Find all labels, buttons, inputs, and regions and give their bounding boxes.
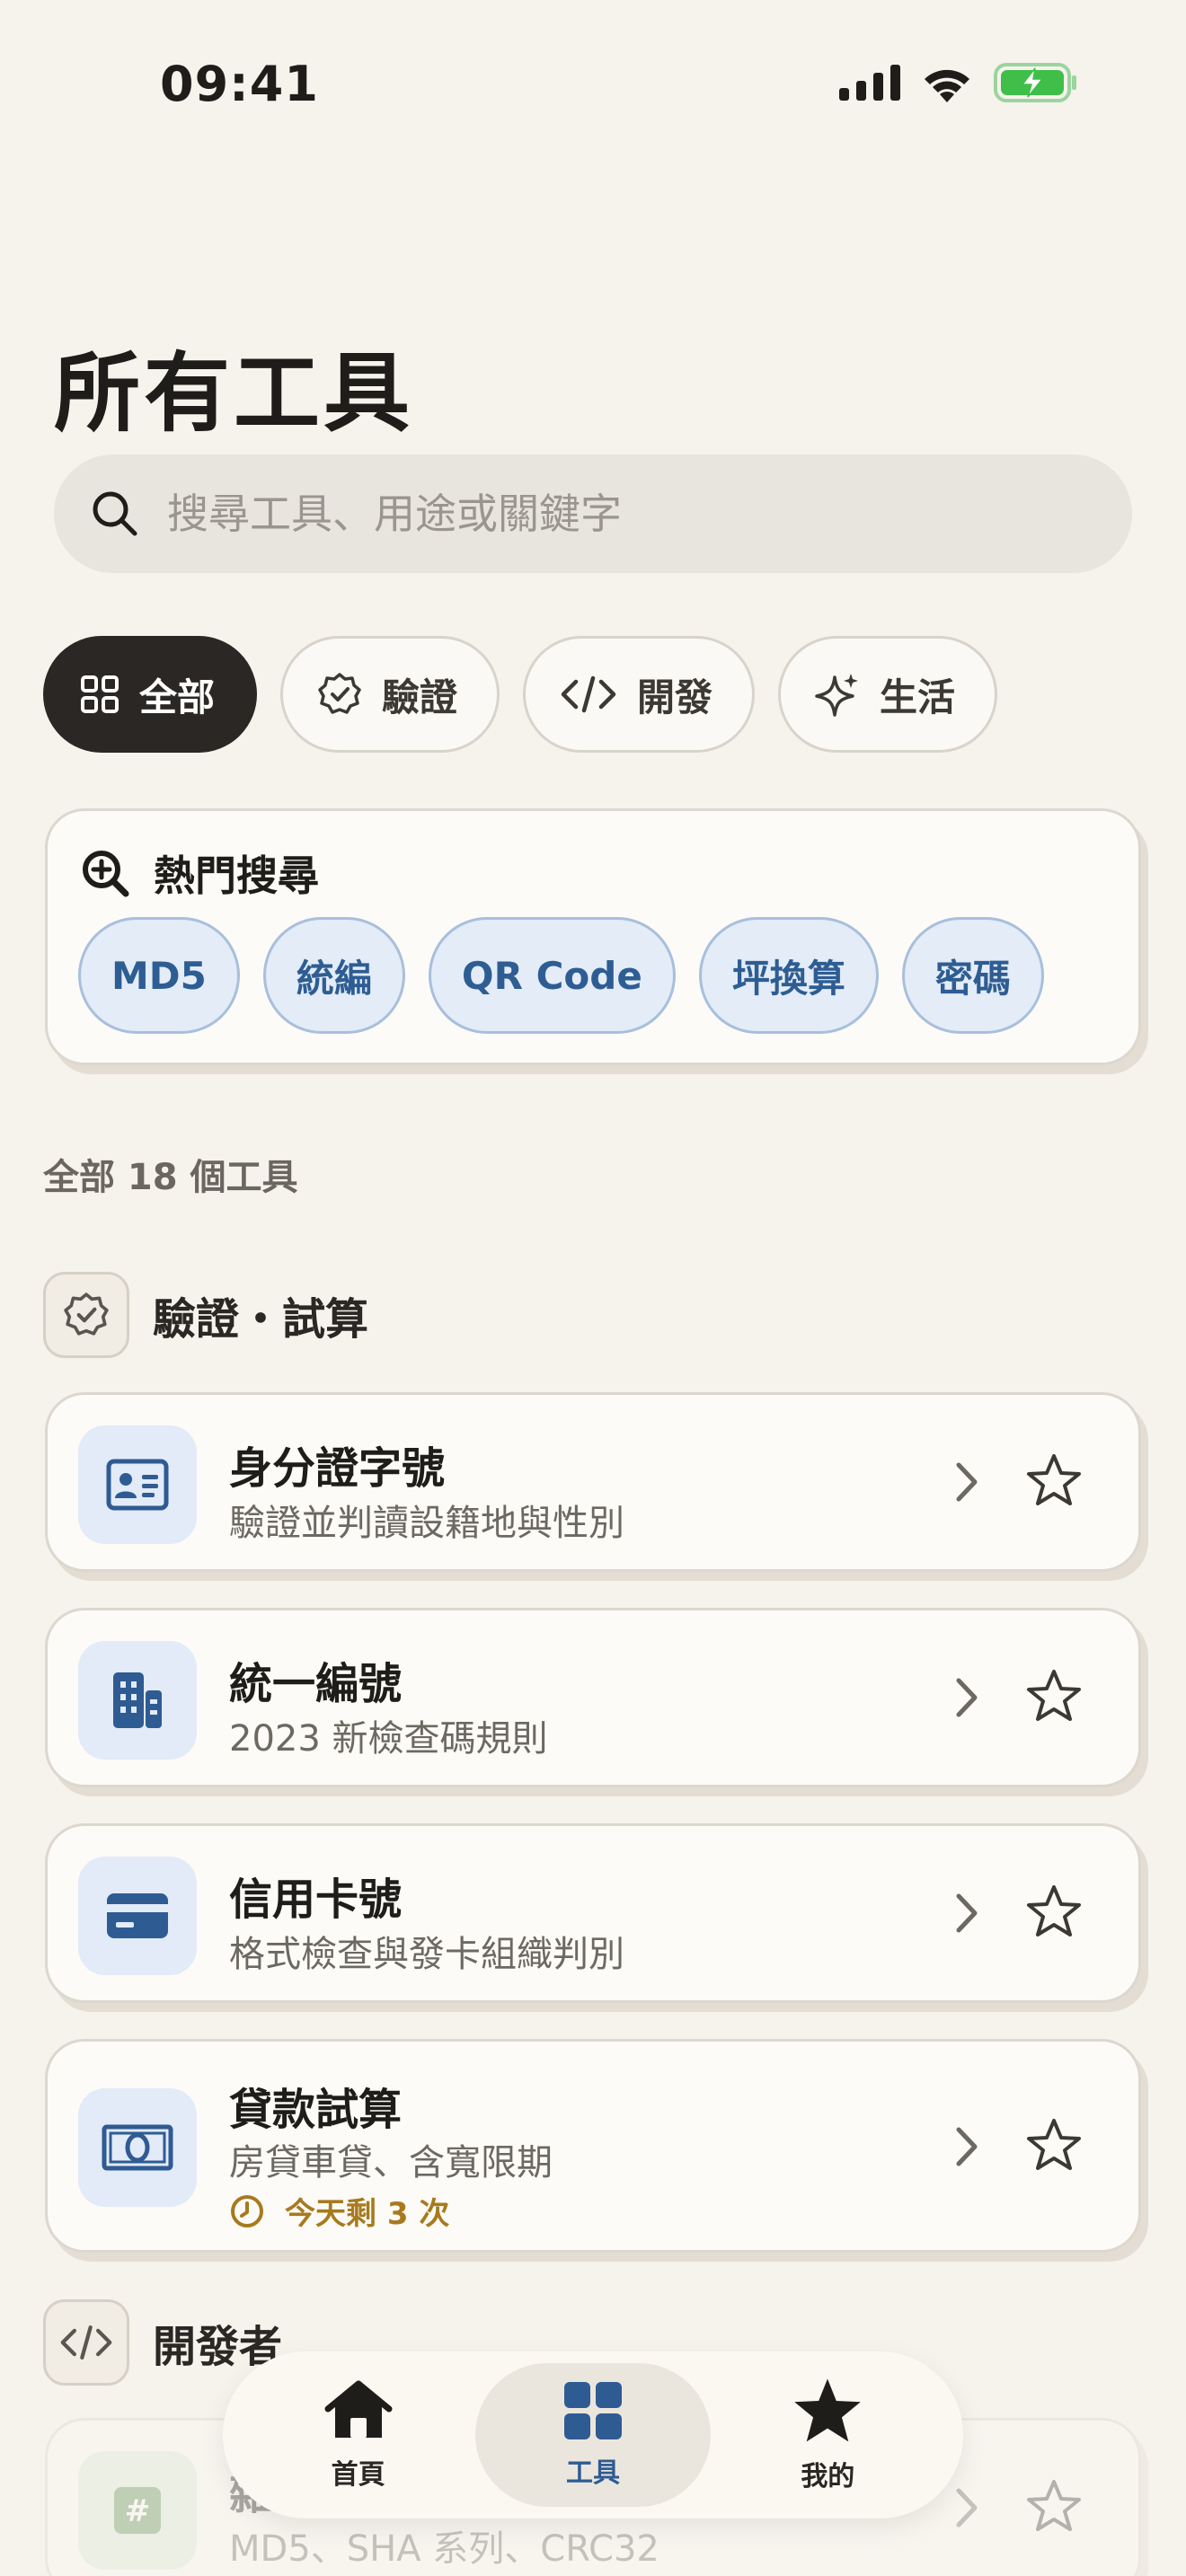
tool-icon: [78, 2088, 197, 2207]
wifi-icon: [925, 69, 969, 102]
svg-text:#: #: [125, 2493, 151, 2529]
section-title: 驗證・試算: [153, 1294, 369, 1345]
hot-tag[interactable]: MD5: [78, 917, 240, 1034]
page-title: 所有工具: [54, 343, 413, 444]
chevron-right-icon: [956, 2488, 978, 2527]
section-header-verify: 驗證・試算: [43, 1272, 368, 1358]
hot-search-tags: MD5 統編 QR Code 坪換算 密碼: [78, 917, 1044, 1034]
search-input[interactable]: [167, 490, 1066, 538]
tab-label: 工具: [565, 2457, 620, 2489]
hash-icon: #: [114, 2487, 161, 2534]
sparkle-icon: [815, 674, 859, 717]
code-icon: [60, 2325, 112, 2360]
tool-title: 身分證字號: [229, 1443, 446, 1494]
search-zoom-icon: [83, 851, 129, 897]
banknote-icon: [102, 2124, 173, 2171]
filter-chip-life[interactable]: 生活: [778, 636, 998, 753]
building-icon: [113, 1672, 162, 1728]
tab-label: 首頁: [331, 2459, 385, 2491]
search-bar[interactable]: [54, 454, 1132, 573]
tool-count-label: 全部 18 個工具: [43, 1157, 298, 1198]
star-outline-icon[interactable]: [1025, 1668, 1083, 1725]
home-icon: [324, 2380, 393, 2438]
star-outline-icon[interactable]: [1025, 1452, 1083, 1510]
badge-check-icon: [64, 1292, 109, 1336]
filter-chip-all[interactable]: 全部: [43, 636, 258, 753]
cellular-signal-icon: [839, 65, 900, 101]
filter-chip-label: 驗證: [382, 675, 458, 719]
tab-mine[interactable]: 我的: [711, 2363, 945, 2507]
hot-search-header: 熱門搜尋: [80, 843, 319, 903]
tab-home[interactable]: 首頁: [241, 2363, 475, 2507]
tool-card-business-number[interactable]: 統一編號 2023 新檢查碼規則: [45, 1608, 1141, 1787]
chevron-right-icon: [956, 1678, 978, 1717]
filter-chips: 全部 驗證 開發 生活: [43, 636, 998, 753]
tab-label: 我的: [801, 2461, 855, 2492]
chevron-right-icon: [956, 1462, 978, 1502]
hot-tag[interactable]: 統編: [262, 917, 405, 1034]
filter-chip-label: 全部: [139, 675, 216, 719]
quota-note: 今天剩 3 次: [229, 2189, 449, 2233]
clock-icon: [231, 2194, 263, 2228]
section-header-dev: 開發者: [43, 2299, 282, 2386]
chevron-right-icon: [956, 1893, 978, 1933]
star-outline-icon[interactable]: [1025, 2478, 1083, 2536]
star-outline-icon[interactable]: [1025, 1883, 1083, 1941]
hot-tag[interactable]: 坪換算: [698, 917, 879, 1034]
id-card-icon: [106, 1459, 169, 1511]
tool-icon: #: [78, 2451, 197, 2570]
star-icon: [794, 2378, 862, 2442]
tool-title: 統一編號: [229, 1659, 403, 1709]
status-time: 09:41: [160, 56, 319, 112]
status-icons: [839, 63, 1078, 102]
quota-text: 今天剩 3 次: [285, 2196, 450, 2232]
filter-chip-verify[interactable]: 驗證: [280, 636, 500, 753]
tool-subtitle: MD5、SHA 系列、CRC32: [229, 2528, 659, 2570]
tool-card-credit-card[interactable]: 信用卡號 格式檢查與發卡組織判別: [45, 1823, 1141, 2003]
code-icon: [561, 675, 616, 713]
chevron-right-icon: [956, 2127, 978, 2166]
credit-card-icon: [107, 1893, 168, 1938]
star-outline-icon[interactable]: [1025, 2117, 1083, 2175]
tool-subtitle: 格式檢查與發卡組織判別: [229, 1934, 624, 1975]
grid-icon: [81, 675, 119, 713]
section-icon: [43, 1272, 129, 1358]
tool-icon: [78, 1857, 197, 1975]
tab-tools[interactable]: 工具: [475, 2363, 711, 2507]
apps-icon: [563, 2382, 622, 2439]
search-icon: [93, 491, 137, 536]
hot-tag[interactable]: 密碼: [901, 917, 1044, 1034]
hot-search-card: 熱門搜尋 MD5 統編 QR Code 坪換算 密碼: [45, 808, 1141, 1065]
bottom-tab-bar: 首頁 工具 我的: [223, 2351, 963, 2519]
tool-title: 貸款試算: [229, 2085, 403, 2135]
filter-chip-dev[interactable]: 開發: [523, 636, 756, 753]
hot-search-title: 熱門搜尋: [154, 851, 319, 900]
filter-chip-label: 開發: [637, 675, 713, 719]
tool-subtitle: 房貸車貸、含寬限期: [229, 2142, 553, 2183]
tool-title: 信用卡號: [229, 1875, 403, 1925]
tool-subtitle: 驗證並判讀設籍地與性別: [229, 1503, 624, 1544]
tool-card-loan[interactable]: 貸款試算 房貸車貸、含寬限期 今天剩 3 次: [45, 2039, 1141, 2253]
badge-check-icon: [318, 673, 361, 714]
battery-charging-icon: [994, 63, 1076, 102]
tool-icon: [78, 1425, 197, 1544]
hot-tag[interactable]: QR Code: [428, 917, 676, 1034]
tool-card-id-number[interactable]: 身分證字號 驗證並判讀設籍地與性別: [45, 1392, 1141, 1572]
tool-icon: [78, 1641, 197, 1760]
tool-subtitle: 2023 新檢查碼規則: [229, 1718, 548, 1760]
section-icon: [43, 2299, 129, 2386]
filter-chip-label: 生活: [880, 675, 956, 719]
status-bar: 09:41: [0, 0, 1186, 171]
